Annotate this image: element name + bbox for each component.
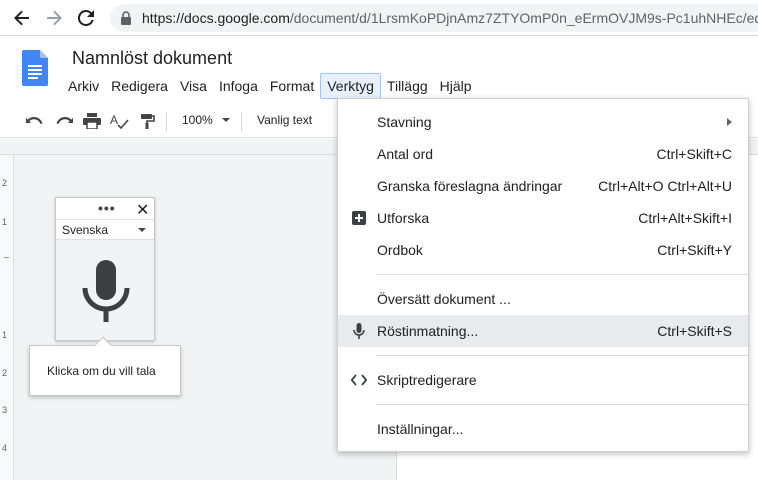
tools-menu: Stavning Antal ord Ctrl+Skift+C Granska … xyxy=(337,98,749,452)
ruler-number: 3 xyxy=(2,405,8,415)
menu-verktyg[interactable]: Verktyg xyxy=(320,73,381,99)
redo-button[interactable] xyxy=(53,111,75,131)
forward-arrow-icon xyxy=(47,10,62,26)
menu-item-rostinmatning[interactable]: Röstinmatning... Ctrl+Skift+S xyxy=(338,315,748,347)
code-icon xyxy=(351,372,367,388)
vertical-ruler: 2 1 1 2 3 4 xyxy=(0,155,14,480)
menu-item-shortcut: Ctrl+Skift+S xyxy=(657,323,732,339)
menu-item-label: Översätt dokument ... xyxy=(377,291,511,307)
language-select[interactable]: Svenska xyxy=(56,220,154,240)
menu-format[interactable]: Format xyxy=(264,73,320,99)
more-options-icon[interactable]: ••• xyxy=(98,200,116,216)
reload-button[interactable] xyxy=(74,6,98,30)
ruler-number: 2 xyxy=(2,178,8,188)
ruler-number: 1 xyxy=(2,217,8,227)
menu-item-skriptredigerare[interactable]: Skriptredigerare xyxy=(338,364,748,396)
menu-bar: Arkiv Redigera Visa Infoga Format Verkty… xyxy=(62,73,478,99)
explore-icon xyxy=(351,210,367,226)
paint-format-button[interactable] xyxy=(137,111,159,131)
zoom-dropdown-arrow-icon[interactable] xyxy=(222,118,230,122)
submenu-arrow-icon xyxy=(727,118,732,126)
print-button[interactable] xyxy=(81,111,103,131)
menu-item-stavning[interactable]: Stavning xyxy=(338,106,748,138)
menu-separator xyxy=(376,274,748,275)
menu-tillagg[interactable]: Tillägg xyxy=(381,73,434,99)
menu-item-antal-ord[interactable]: Antal ord Ctrl+Skift+C xyxy=(338,138,748,170)
spellcheck-icon: A xyxy=(110,113,129,129)
back-button[interactable] xyxy=(10,6,34,30)
voice-widget-header[interactable]: ••• ✕ xyxy=(56,198,154,220)
menu-item-utforska[interactable]: Utforska Ctrl+Alt+Skift+I xyxy=(338,202,748,234)
redo-icon xyxy=(56,117,73,124)
chevron-down-icon xyxy=(138,228,146,232)
menu-separator xyxy=(376,355,748,356)
ruler-number: 4 xyxy=(2,443,8,453)
paragraph-style-select[interactable]: Vanlig text xyxy=(257,113,312,127)
paint-format-icon xyxy=(141,114,155,129)
menu-item-oversatt[interactable]: Översätt dokument ... xyxy=(338,283,748,315)
menu-hjalp[interactable]: Hjälp xyxy=(434,73,478,99)
menu-item-shortcut: Ctrl+Alt+Skift+I xyxy=(638,210,732,226)
menu-item-label: Röstinmatning... xyxy=(377,323,479,339)
menu-separator xyxy=(376,404,748,405)
ruler-number: 1 xyxy=(2,330,8,340)
address-bar[interactable]: https://docs.google.com/document/d/1Lrsm… xyxy=(110,4,758,32)
menu-item-label: Stavning xyxy=(377,114,432,130)
reload-icon xyxy=(77,9,94,26)
menu-item-label: Ordbok xyxy=(377,242,423,258)
browser-toolbar: https://docs.google.com/document/d/1Lrsm… xyxy=(0,0,758,36)
close-icon[interactable]: ✕ xyxy=(136,200,149,220)
zoom-select[interactable]: 100% xyxy=(182,113,213,127)
language-label: Svenska xyxy=(62,223,109,237)
url-path: /document/d/1LrsmKoPDjnAmz7ZTYOmP0n_eErm… xyxy=(289,10,758,26)
menu-item-label: Granska föreslagna ändringar xyxy=(377,178,563,194)
menu-item-label: Skriptredigerare xyxy=(377,372,477,388)
spellcheck-button[interactable]: A xyxy=(109,111,131,131)
microphone-icon xyxy=(351,323,367,339)
url-text: https://docs.google.com/document/d/1Lrsm… xyxy=(142,10,758,26)
menu-item-label: Antal ord xyxy=(377,146,434,162)
tooltip-text: Klicka om du vill tala xyxy=(47,364,156,378)
document-title[interactable]: Namnlöst dokument xyxy=(72,48,232,69)
menu-item-label: Utforska xyxy=(377,210,430,226)
menu-visa[interactable]: Visa xyxy=(174,73,213,99)
toolbar-divider xyxy=(166,112,167,132)
menu-infoga[interactable]: Infoga xyxy=(213,73,264,99)
menu-item-ordbok[interactable]: Ordbok Ctrl+Skift+Y xyxy=(338,234,748,266)
lock-icon xyxy=(121,11,131,25)
ruler-tick xyxy=(4,257,9,258)
menu-redigera[interactable]: Redigera xyxy=(105,73,174,99)
ruler-number: 2 xyxy=(2,368,8,378)
svg-text:A: A xyxy=(110,113,118,127)
menu-arkiv[interactable]: Arkiv xyxy=(62,73,105,99)
menu-item-shortcut: Ctrl+Skift+Y xyxy=(657,242,732,258)
microphone-icon[interactable] xyxy=(80,256,132,326)
forward-button[interactable] xyxy=(42,6,66,30)
menu-item-granska[interactable]: Granska föreslagna ändringar Ctrl+Alt+O … xyxy=(338,170,748,202)
url-host: https://docs.google.com xyxy=(142,10,290,26)
back-arrow-icon xyxy=(14,10,29,26)
menu-item-installningar[interactable]: Inställningar... xyxy=(338,413,748,445)
menu-item-shortcut: Ctrl+Skift+C xyxy=(656,146,732,162)
menu-item-shortcut: Ctrl+Alt+O Ctrl+Alt+U xyxy=(598,178,732,194)
menu-item-label: Inställningar... xyxy=(377,421,464,437)
toolbar-divider xyxy=(241,112,242,132)
print-icon xyxy=(83,113,101,129)
undo-button[interactable] xyxy=(24,111,46,131)
voice-typing-widget: ••• ✕ Svenska xyxy=(55,197,155,341)
undo-icon xyxy=(26,117,43,124)
voice-tooltip: Klicka om du vill tala xyxy=(29,336,181,396)
docs-logo-icon[interactable] xyxy=(22,50,48,86)
